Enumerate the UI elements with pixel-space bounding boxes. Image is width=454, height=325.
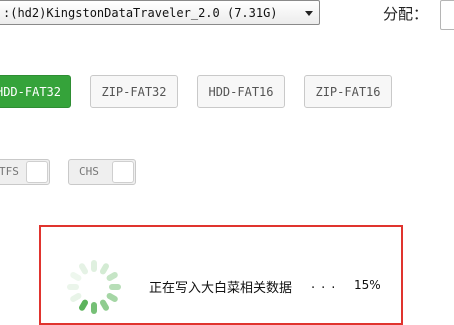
progress-panel: 正在写入大白菜相关数据 ... 15% [39,225,403,325]
device-select[interactable]: :(hd2)KingstonDataTraveler_2.0 (7.31G) [0,0,320,25]
mode-button-label: ZIP-FAT32 [101,84,167,99]
mode-button-label: HDD-FAT16 [208,84,274,99]
mode-button-hdd-fat16[interactable]: HDD-FAT16 [197,75,285,108]
toggle-label: CHS [79,165,99,178]
mode-button-zip-fat32[interactable]: ZIP-FAT32 [90,75,178,108]
device-select-value: :(hd2)KingstonDataTraveler_2.0 (7.31G) [3,6,278,20]
toggle-tfs[interactable]: TFS [0,159,50,185]
alloc-label: 分配： [383,5,429,23]
toggle-knob [26,161,48,183]
loading-spinner-icon [67,260,121,314]
mode-button-hdd-fat32[interactable]: HDD-FAT32 [0,75,71,108]
alloc-input[interactable] [440,0,454,30]
toggle-knob [112,161,134,183]
toggle-label: TFS [0,165,19,178]
mode-button-label: HDD-FAT32 [0,84,62,99]
mode-button-label: ZIP-FAT16 [315,84,381,99]
mode-button-zip-fat16[interactable]: ZIP-FAT16 [304,75,392,108]
progress-status-text: 正在写入大白菜相关数据 [149,281,293,296]
chevron-down-icon[interactable] [305,11,313,16]
toggle-chs[interactable]: CHS [68,159,136,185]
progress-status-dots: ... [311,277,342,292]
progress-percent: 15% [354,278,381,292]
